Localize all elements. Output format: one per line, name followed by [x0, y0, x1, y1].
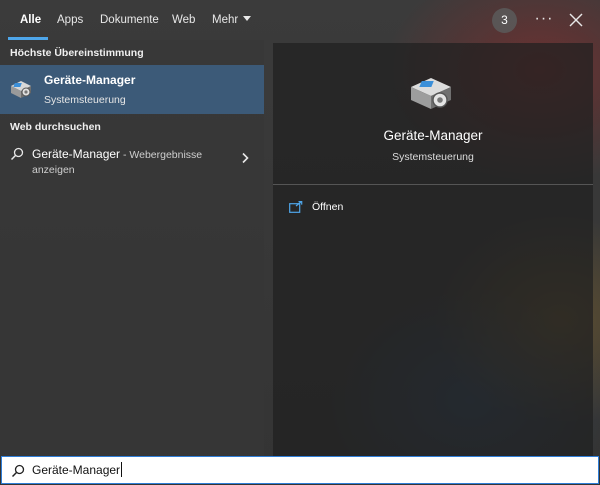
web-search-heading: Web durchsuchen: [10, 121, 101, 133]
best-match-title: Geräte-Manager: [44, 73, 136, 87]
close-button[interactable]: [566, 10, 586, 30]
open-label: Öffnen: [312, 201, 344, 213]
tab-apps[interactable]: Apps: [57, 0, 83, 40]
best-match-result[interactable]: Geräte-Manager Systemsteuerung: [0, 65, 264, 114]
tab-web[interactable]: Web: [172, 0, 195, 40]
text-cursor: [121, 462, 123, 478]
web-result-query: Geräte-Manager: [32, 147, 121, 161]
preview-title: Geräte-Manager: [383, 128, 483, 143]
best-match-heading: Höchste Übereinstimmung: [10, 47, 144, 59]
close-icon: [569, 13, 583, 27]
web-result-line2: anzeigen: [32, 164, 75, 176]
search-box[interactable]: Geräte-Manager: [1, 456, 599, 484]
chevron-down-icon: [243, 16, 252, 22]
tab-mehr[interactable]: Mehr: [212, 0, 252, 40]
open-action[interactable]: Öffnen: [289, 198, 409, 218]
search-input[interactable]: Geräte-Manager: [32, 462, 123, 478]
preview-divider: [273, 184, 593, 185]
search-window: Alle Apps Dokumente Web Mehr 3 ··· Höchs…: [0, 0, 600, 485]
web-search-result[interactable]: Geräte-Manager - Webergebnisse anzeigen: [0, 140, 264, 180]
search-icon: [11, 464, 25, 478]
preview-pane: Geräte-Manager Systemsteuerung Öffnen: [273, 43, 593, 456]
rewards-badge[interactable]: 3: [492, 8, 517, 33]
more-options-button[interactable]: ···: [533, 8, 555, 32]
tab-alle[interactable]: Alle: [20, 0, 41, 40]
chevron-right-icon: [242, 152, 249, 164]
device-manager-icon: [11, 81, 31, 98]
search-input-value: Geräte-Manager: [32, 463, 121, 477]
tab-bar: Alle Apps Dokumente Web Mehr 3 ···: [0, 0, 600, 40]
preview-subtitle: Systemsteuerung: [392, 151, 474, 163]
device-manager-large-icon: [411, 78, 451, 109]
search-icon: [10, 147, 24, 161]
best-match-subtitle: Systemsteuerung: [44, 94, 126, 106]
open-icon: [289, 201, 303, 213]
web-result-suffix: - Webergebnisse: [120, 149, 203, 161]
web-result-title: Geräte-Manager - Webergebnisse: [32, 147, 202, 161]
tab-dokumente[interactable]: Dokumente: [100, 0, 159, 40]
tab-mehr-label: Mehr: [212, 14, 239, 26]
